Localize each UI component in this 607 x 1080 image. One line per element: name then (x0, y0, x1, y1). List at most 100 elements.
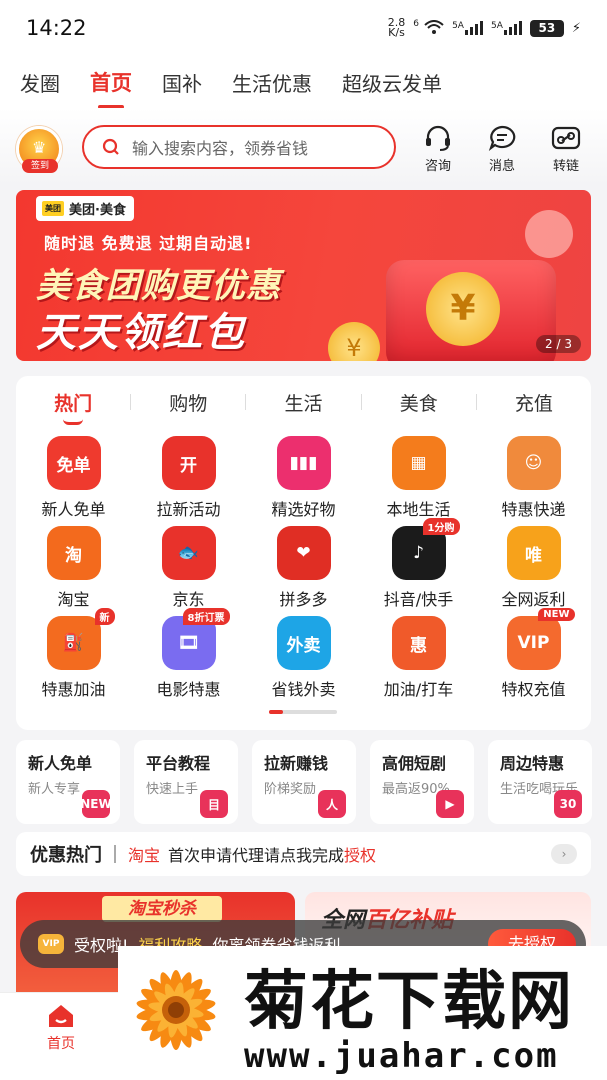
signal-1-icon: 5A (452, 21, 483, 35)
charging-icon: ⚡ (571, 20, 581, 36)
category-icon: 唯 (506, 526, 561, 580)
category-icon: 开 (161, 436, 216, 490)
chrysanthemum-logo (136, 970, 216, 1050)
quick-card[interactable]: 高佣短剧 最高返90% ▶ (370, 740, 474, 824)
category-item[interactable]: ♪ 1分购 抖音/快手 (361, 518, 476, 609)
cat-tab-life[interactable]: 生活 (246, 389, 360, 416)
watermark: 菊花下载网 www.juahar.com (118, 946, 607, 1080)
quick-card[interactable]: 拉新赚钱 阶梯奖励人 (252, 740, 356, 824)
category-label: 省钱外卖 (271, 680, 336, 699)
tab-faquan[interactable]: 发圈 (20, 68, 60, 97)
category-icon: 外卖 (276, 616, 331, 670)
net-speed: 2.8 K/s (387, 16, 406, 39)
tab-guobu[interactable]: 国补 (162, 68, 202, 97)
category-tag: 8折订票 (182, 608, 230, 625)
cat-tab-hot[interactable]: 热门 (16, 389, 130, 425)
category-label: 特权充值 (501, 680, 566, 699)
hot-title: 优惠热门 (30, 845, 102, 866)
cat-tab-food[interactable]: 美食 (362, 389, 476, 416)
category-item[interactable]: 开拉新活动 (131, 432, 246, 519)
wifi-icon: 6 (413, 19, 444, 38)
nav-home[interactable]: 首页 (40, 1003, 82, 1053)
category-item[interactable]: ❤ 拼多多 (246, 522, 361, 609)
category-grid: 免单 新人免单开拉新活动 ▮▮▮ 精选好物 ▦ 本地生活 ☺ 特惠快递淘淘宝 🐟 京东 ❤ 拼多多 ♪ 1… (16, 432, 591, 699)
link-icon (551, 126, 581, 150)
quick-card[interactable]: 平台教程 快速上手目 (134, 740, 238, 824)
tab-life-deals[interactable]: 生活优惠 (232, 68, 312, 97)
hot-deals-bar[interactable]: 优惠热门 淘宝 首次申请代理请点我完成 授权 › (16, 832, 591, 876)
convert-label: 转链 (552, 159, 579, 174)
authorize-link[interactable]: 授权 (344, 842, 376, 866)
category-label: 电影特惠 (156, 680, 221, 699)
category-item[interactable]: 免单 新人免单 (16, 432, 131, 519)
cat-tab-shopping[interactable]: 购物 (131, 389, 245, 416)
quick-card-title: 周边特惠 (500, 754, 565, 773)
message-button[interactable]: 消息 (476, 124, 528, 174)
category-label: 淘宝 (57, 590, 90, 609)
category-label: 全网返利 (501, 590, 566, 609)
headset-icon (426, 125, 450, 151)
battery-icon: 53 (529, 19, 564, 37)
category-icon: 🎞 8折订票 (161, 608, 230, 670)
category-icon: 🐟 (161, 526, 216, 580)
flash-sale-title: 淘宝秒杀 (102, 896, 222, 922)
quick-card-title: 新人免单 (28, 754, 93, 773)
tab-cloud-post[interactable]: 超级云发单 (342, 68, 442, 97)
top-tab-bar: 发圈 首页 国补 生活优惠 超级云发单 (0, 56, 607, 108)
quick-card[interactable]: 周边特惠 生活吃喝玩乐 30 (488, 740, 592, 824)
chevron-right-icon[interactable]: › (551, 844, 577, 864)
category-item[interactable]: VIP NEW 特权充值 (476, 608, 591, 699)
search-input[interactable]: 输入搜索内容，领券省钱 (82, 125, 396, 169)
category-item[interactable]: 外卖 省钱外卖 (246, 612, 361, 699)
category-item[interactable]: ☺ 特惠快递 (476, 432, 591, 519)
category-item[interactable]: 淘淘宝 (16, 522, 131, 609)
consult-label: 咨询 (424, 159, 451, 174)
category-item[interactable]: ▦ 本地生活 (361, 432, 476, 519)
sign-in-button[interactable]: ♛ 签到 (16, 126, 62, 173)
category-item[interactable]: 唯全网返利 (476, 522, 591, 609)
promo-banner[interactable]: 美团 美团·美食 随时退 免费退 过期自动退! 美食团购更优惠 天天领红包 ¥ ¥… (16, 190, 591, 361)
hot-platform: 淘宝 (128, 846, 161, 865)
category-item[interactable]: ▮▮▮ 精选好物 (246, 432, 361, 519)
quick-card[interactable]: 新人免单 新人专享 NEW (16, 740, 120, 824)
category-label: 特惠加油 (41, 680, 106, 699)
category-icon: ⛽ 新 (46, 608, 115, 670)
category-panel: 热门 购物 生活 美食 充值 免单 新人免单开拉新活动 ▮▮▮ 精选好物 ▦ 本地生活 ☺ 特… (16, 376, 591, 730)
quick-card-badge-icon: 目 (200, 790, 228, 818)
header: ♛ 签到 输入搜索内容，领券省钱 咨询 消息 转链 (0, 108, 607, 186)
category-label: 特惠快递 (501, 500, 566, 519)
category-label: 抖音/快手 (383, 590, 454, 609)
status-bar: 14:22 2.8 K/s 6 5A 5A 53 ⚡ (0, 0, 607, 56)
quick-card-title: 平台教程 (146, 754, 211, 773)
banner-headline-2: 天天领红包 (36, 310, 246, 356)
category-icon: ▦ (391, 436, 446, 490)
search-placeholder: 输入搜索内容，领券省钱 (132, 139, 309, 158)
category-item[interactable]: 🐟 京东 (131, 522, 246, 609)
cat-tab-recharge[interactable]: 充值 (477, 389, 591, 416)
hot-text: 首次申请代理请点我完成 (168, 846, 345, 865)
category-icon: 免单 (46, 436, 101, 490)
category-tag: 新 (94, 608, 115, 625)
category-label: 新人免单 (41, 500, 106, 519)
quick-card-badge-icon: 30 (554, 790, 582, 818)
category-item[interactable]: 惠加油/打车 (361, 612, 476, 699)
category-item[interactable]: ⛽ 新特惠加油 (16, 608, 131, 699)
category-label: 拉新活动 (156, 500, 221, 519)
tab-home[interactable]: 首页 (90, 67, 132, 97)
meituan-brand: 美团 美团·美食 (36, 196, 134, 221)
category-item[interactable]: 🎞 8折订票电影特惠 (131, 608, 246, 699)
decor-circle (525, 210, 573, 258)
quick-card-badge-icon: NEW (80, 790, 112, 818)
banner-tagline: 随时退 免费退 过期自动退! (44, 234, 253, 253)
category-icon: ❤ (276, 526, 331, 580)
consult-button[interactable]: 咨询 (412, 124, 464, 174)
convert-link-button[interactable]: 转链 (540, 124, 592, 174)
vip-icon: VIP (38, 934, 64, 954)
banner-pager: 2 / 3 (536, 335, 581, 353)
sign-in-label: 签到 (22, 159, 58, 173)
watermark-url: www.juahar.com (244, 1036, 559, 1076)
category-tabs: 热门 购物 生活 美食 充值 (16, 376, 591, 428)
category-icon: VIP NEW (506, 608, 575, 670)
watermark-title: 菊花下载网 (244, 965, 574, 1039)
page-indicator (269, 710, 337, 714)
